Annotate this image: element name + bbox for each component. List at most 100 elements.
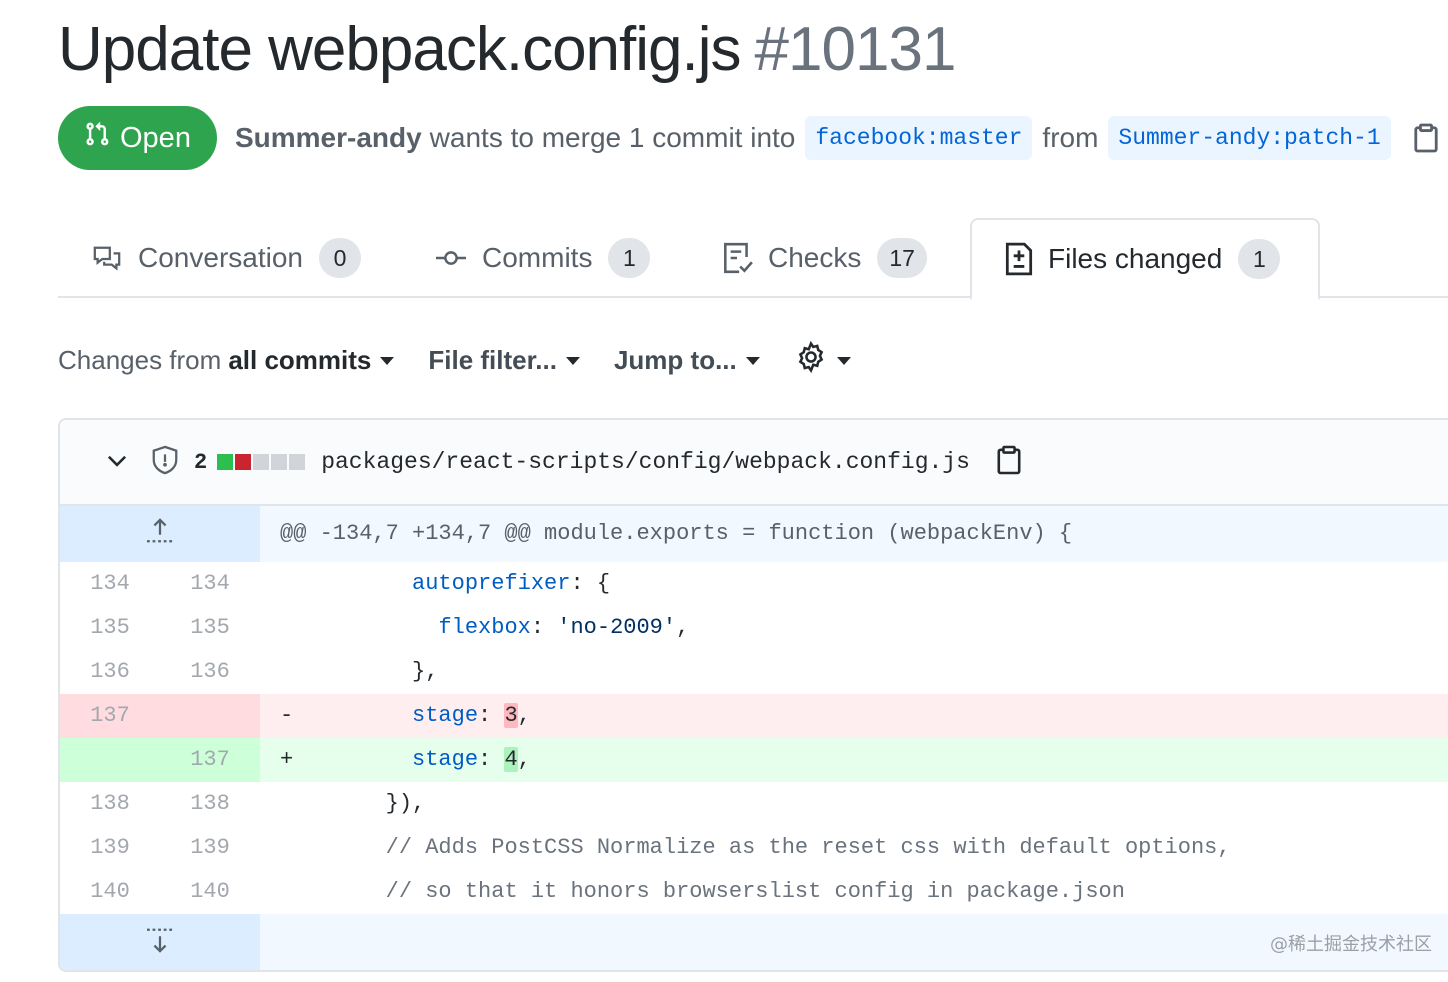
file-header: 2 packages/react-scripts/config/webpack.…: [60, 420, 1448, 506]
base-branch[interactable]: facebook:master: [805, 116, 1033, 160]
checklist-icon: [720, 241, 754, 275]
new-line-number[interactable]: 135: [160, 606, 260, 650]
caret-down-icon: [745, 357, 760, 365]
clipboard-icon[interactable]: [996, 445, 1022, 480]
code-token: :: [478, 747, 505, 772]
state-label: Open: [120, 121, 191, 154]
from-text: from: [1042, 122, 1099, 153]
code-token-highlight: 4: [504, 747, 518, 772]
diff-line: 140 140 // so that it honors browserslis…: [60, 870, 1448, 914]
tab-counter: 1: [608, 238, 651, 278]
tab-label: Files changed: [1048, 243, 1223, 274]
diffstat-block-neutral: [253, 454, 270, 470]
code-line: },: [260, 650, 1448, 694]
jump-to-label: Jump to...: [613, 344, 737, 375]
diff-line-deletion: 137 - stage: 3,: [60, 694, 1448, 738]
new-line-number[interactable]: 134: [160, 562, 260, 606]
code-token: stage: [412, 747, 479, 772]
shield-icon: [150, 443, 180, 482]
new-line-number[interactable]: 138: [160, 782, 260, 826]
tab-label: Checks: [768, 242, 862, 273]
file-path-link[interactable]: packages/react-scripts/config/webpack.co…: [321, 449, 970, 475]
diffstat-block-neutral: [271, 454, 288, 470]
old-line-number[interactable]: [60, 738, 160, 782]
code-line: // Adds PostCSS Normalize as the reset c…: [260, 826, 1448, 870]
chevron-down-icon[interactable]: [104, 447, 130, 478]
old-line-number[interactable]: 134: [60, 562, 160, 606]
changes-from-dropdown[interactable]: Changes from all commits: [58, 344, 395, 376]
new-line-number[interactable]: 140: [160, 870, 260, 914]
tab-conversation[interactable]: Conversation 0: [90, 218, 361, 298]
code-comment: // Adds PostCSS Normalize as the reset c…: [385, 835, 1231, 860]
diffstat-block-del: [235, 454, 252, 470]
pr-title-text: Update webpack.config.js: [58, 15, 742, 84]
settings-dropdown[interactable]: [794, 340, 851, 381]
code-token: flexbox: [438, 615, 531, 640]
old-line-number[interactable]: 136: [60, 650, 160, 694]
tab-checks[interactable]: Checks 17: [720, 218, 927, 298]
pr-title: Update webpack.config.js #10131: [58, 14, 957, 85]
old-line-number[interactable]: 138: [60, 782, 160, 826]
old-line-number[interactable]: 135: [60, 606, 160, 650]
pr-status-row: Open Summer-andy wants to merge 1 commit…: [58, 106, 1439, 170]
file-filter-dropdown[interactable]: File filter...: [428, 345, 580, 376]
watermark: @稀土掘金技术社区: [1270, 934, 1432, 955]
diff-sign: +: [280, 747, 294, 772]
changes-prefix: Changes from: [58, 344, 222, 375]
jump-to-dropdown[interactable]: Jump to...: [614, 345, 760, 376]
code-line: flexbox: 'no-2009',: [260, 606, 1448, 650]
code-token: :: [530, 615, 558, 640]
diff-toolbar: Changes from all commits File filter... …: [58, 338, 885, 382]
old-line-number[interactable]: 140: [60, 870, 160, 914]
new-line-number[interactable]: 137: [160, 738, 260, 782]
new-line-number[interactable]: 136: [160, 650, 260, 694]
tab-files-changed[interactable]: Files changed 1: [970, 218, 1320, 300]
code-token: : {: [570, 571, 611, 596]
new-line-number[interactable]: 139: [160, 826, 260, 870]
diff-sign: -: [280, 703, 294, 728]
state-badge-open: Open: [58, 106, 217, 170]
old-line-number[interactable]: 137: [60, 694, 160, 738]
changes-value: all commits: [228, 344, 372, 375]
code-token: }),: [385, 791, 426, 816]
expand-up-button[interactable]: [60, 506, 260, 562]
tab-commits[interactable]: Commits 1: [434, 218, 651, 298]
hunk-header-text: @@ -134,7 +134,7 @@ module.exports = fun…: [280, 521, 1073, 546]
fold-down-icon: [145, 927, 175, 960]
hunk-footer-row: [60, 914, 1448, 970]
code-line: // so that it honors browserslist config…: [260, 870, 1448, 914]
new-line-number[interactable]: [160, 694, 260, 738]
diff-line: 138 138 }),: [60, 782, 1448, 826]
code-comment: // so that it honors browserslist config…: [385, 879, 1125, 904]
expand-down-button[interactable]: [60, 914, 260, 970]
code-line: }),: [260, 782, 1448, 826]
tab-counter: 1: [1238, 239, 1281, 279]
code-line: - stage: 3,: [260, 694, 1448, 738]
head-branch[interactable]: Summer-andy:patch-1: [1108, 116, 1391, 160]
diffstat-block-add: [217, 454, 234, 470]
change-count: 2: [194, 449, 208, 475]
code-token: },: [412, 659, 439, 684]
code-line: + stage: 4,: [260, 738, 1448, 782]
pr-number: #10131: [754, 15, 957, 84]
code-token: stage: [412, 703, 479, 728]
author-link[interactable]: Summer-andy: [235, 122, 422, 154]
hunk-header-row: @@ -134,7 +134,7 @@ module.exports = fun…: [60, 506, 1448, 562]
diffstat-block-neutral: [289, 454, 306, 470]
old-line-number[interactable]: 139: [60, 826, 160, 870]
code-token: 'no-2009': [557, 615, 677, 640]
diff-line: 139 139 // Adds PostCSS Normalize as the…: [60, 826, 1448, 870]
fold-up-icon: [145, 517, 175, 551]
diff-line: 136 136 },: [60, 650, 1448, 694]
file-diff-icon: [1004, 242, 1034, 276]
git-commit-icon: [434, 243, 468, 273]
tab-label: Conversation: [138, 242, 303, 273]
caret-down-icon: [565, 357, 580, 365]
tab-counter: 17: [877, 238, 927, 278]
diff-file: 2 packages/react-scripts/config/webpack.…: [58, 418, 1448, 972]
diffstat: [217, 454, 307, 470]
code-line: autoprefixer: {: [260, 562, 1448, 606]
clipboard-icon[interactable]: [1413, 123, 1439, 153]
comment-discussion-icon: [90, 243, 124, 273]
gear-icon: [794, 340, 828, 381]
